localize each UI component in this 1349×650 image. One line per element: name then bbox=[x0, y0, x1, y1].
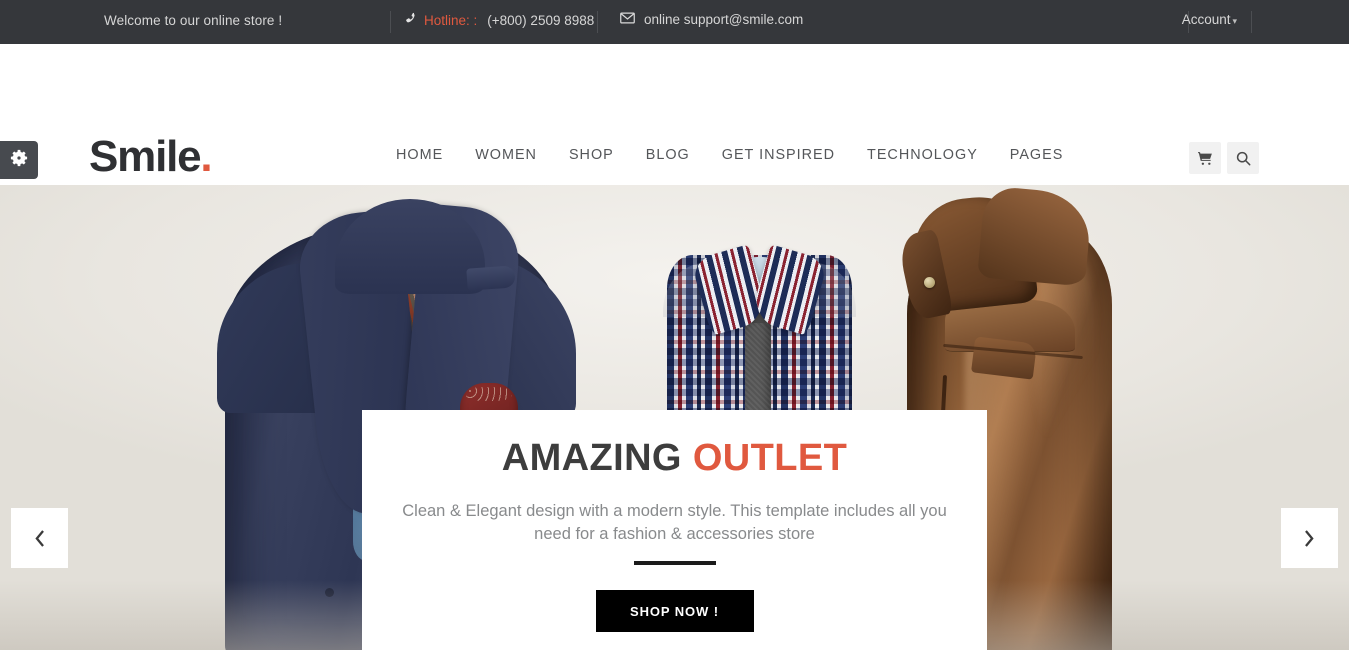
topbar-divider-2 bbox=[597, 11, 598, 33]
chevron-down-icon: ▾ bbox=[1232, 16, 1237, 26]
logo-text: Smile bbox=[89, 132, 202, 181]
nav-item-get-inspired[interactable]: GET INSPIRED bbox=[706, 147, 851, 163]
carousel-prev-button[interactable] bbox=[11, 508, 68, 568]
site-logo[interactable]: Smile. bbox=[89, 132, 213, 181]
chevron-right-icon bbox=[1303, 529, 1316, 547]
hotline-number[interactable]: (+800) 2509 8988 bbox=[487, 13, 594, 28]
topbar-divider bbox=[390, 11, 391, 33]
email-address[interactable]: online support@smile.com bbox=[644, 12, 803, 27]
account-menu[interactable]: Account ▾ bbox=[1182, 12, 1237, 27]
account-label: Account bbox=[1181, 12, 1231, 27]
settings-toggle-button[interactable] bbox=[0, 141, 38, 179]
carousel-next-button[interactable] bbox=[1281, 508, 1338, 568]
site-header: Smile. HOME WOMEN SHOP BLOG GET INSPIRED… bbox=[0, 44, 1349, 185]
shop-now-button[interactable]: SHOP NOW ! bbox=[595, 590, 754, 632]
hero-title-main: AMAZING bbox=[501, 437, 682, 479]
nav-item-pages[interactable]: PAGES bbox=[994, 147, 1080, 163]
hero-title: AMAZING OUTLET bbox=[362, 439, 987, 477]
hero-title-accent: OUTLET bbox=[692, 437, 848, 479]
mail-icon bbox=[620, 12, 635, 27]
hero-divider bbox=[633, 561, 716, 565]
nav-item-blog[interactable]: BLOG bbox=[630, 147, 706, 163]
search-icon bbox=[1236, 151, 1251, 166]
shopping-cart-icon bbox=[1197, 151, 1213, 166]
nav-item-shop[interactable]: SHOP bbox=[553, 147, 630, 163]
cart-button[interactable] bbox=[1189, 142, 1221, 174]
phone-icon bbox=[404, 12, 417, 28]
email-block[interactable]: online support@smile.com bbox=[620, 12, 803, 27]
search-button[interactable] bbox=[1227, 142, 1259, 174]
chevron-left-icon bbox=[33, 529, 46, 547]
nav-item-women[interactable]: WOMEN bbox=[459, 147, 553, 163]
top-bar: Welcome to our online store ! Hotline: :… bbox=[0, 0, 1349, 44]
header-actions bbox=[1189, 142, 1259, 174]
hero-content-card: AMAZING OUTLET Clean & Elegant design wi… bbox=[362, 410, 987, 650]
nav-item-home[interactable]: HOME bbox=[380, 147, 459, 163]
topbar-divider-4 bbox=[1251, 11, 1252, 33]
gear-icon bbox=[10, 149, 28, 172]
main-navigation: HOME WOMEN SHOP BLOG GET INSPIRED TECHNO… bbox=[380, 147, 1079, 163]
logo-dot: . bbox=[200, 132, 212, 181]
hotline-block: Hotline: : (+800) 2509 8988 bbox=[404, 12, 594, 28]
hotline-label: Hotline: : bbox=[424, 12, 478, 28]
hero-subtitle: Clean & Elegant design with a modern sty… bbox=[402, 502, 947, 544]
welcome-message: Welcome to our online store ! bbox=[104, 13, 283, 28]
nav-item-technology[interactable]: TECHNOLOGY bbox=[851, 147, 994, 163]
